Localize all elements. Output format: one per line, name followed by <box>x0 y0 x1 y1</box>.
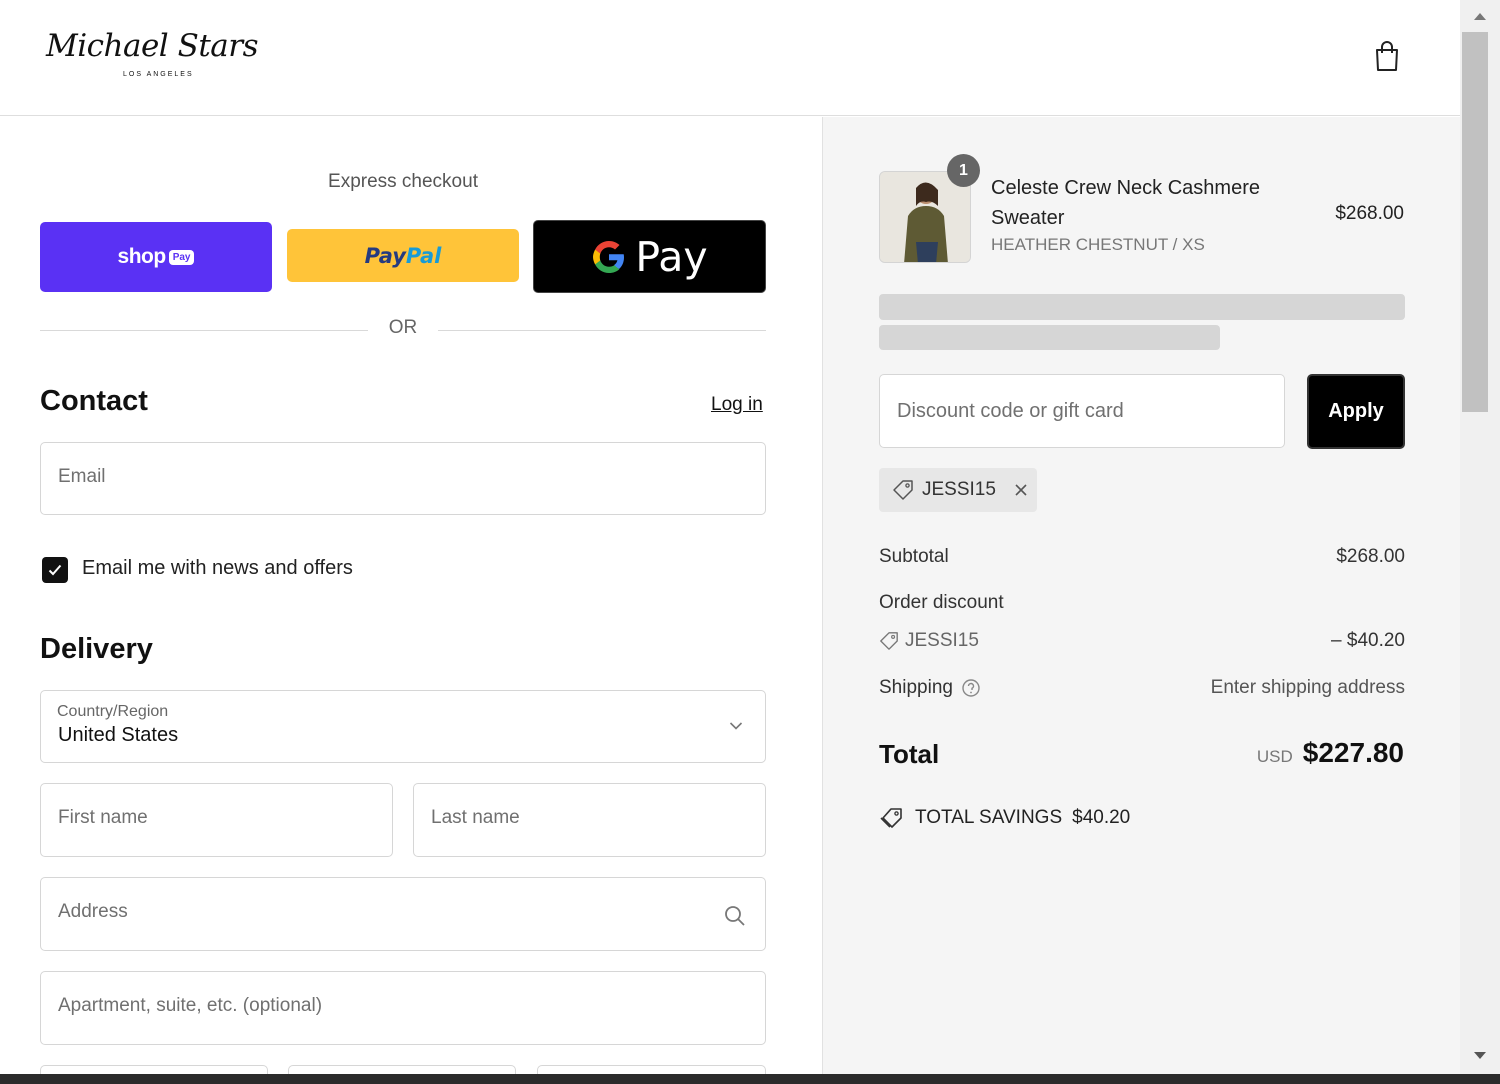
product-variant: HEATHER CHESTNUT / XS <box>991 235 1205 254</box>
scrollbar-thumb[interactable] <box>1462 32 1488 412</box>
address-field[interactable]: Address <box>40 877 766 951</box>
total-savings: TOTAL SAVINGS $40.20 <box>879 807 1130 829</box>
country-select[interactable]: Country/Region United States <box>40 690 766 763</box>
shop-pay-button[interactable]: shop Pay <box>40 222 272 292</box>
savings-label: TOTAL SAVINGS <box>915 807 1063 828</box>
help-circle-icon[interactable] <box>961 678 981 698</box>
tag-icon <box>880 632 898 650</box>
scroll-up-button[interactable] <box>1460 4 1500 28</box>
scroll-up-arrow-icon <box>1474 13 1486 20</box>
remove-discount-button[interactable] <box>1014 483 1028 497</box>
savings-tag-icon <box>880 808 902 828</box>
product-price: $268.00 <box>1335 203 1404 224</box>
total-label: Total <box>879 739 940 769</box>
discount-placeholder: Discount code or gift card <box>897 400 1124 422</box>
checkout-page: Michael Stars LOS ANGELES Express checko… <box>0 0 1500 1084</box>
loading-skeleton-bar <box>879 294 1405 320</box>
shipping-value: Enter shipping address <box>1210 677 1405 698</box>
express-checkout-title: Express checkout <box>328 171 478 192</box>
taskbar-strip <box>0 1074 1500 1084</box>
discount-value: – $40.20 <box>1331 630 1405 651</box>
shop-pay-pill: Pay <box>168 249 195 265</box>
scroll-down-button[interactable] <box>1460 1044 1500 1068</box>
country-value: United States <box>58 724 179 746</box>
last-name-field[interactable]: Last name <box>413 783 766 857</box>
shipping-row: Shipping Enter shipping address <box>879 677 1405 699</box>
apartment-placeholder: Apartment, suite, etc. (optional) <box>58 995 323 1016</box>
newsletter-label: Email me with news and offers <box>82 557 353 579</box>
discount-code-row: JESSI15 – $40.20 <box>879 630 1405 657</box>
search-icon <box>725 906 745 926</box>
subtotal-label: Subtotal <box>879 546 949 567</box>
paypal-logo-part1: Pay <box>364 243 406 268</box>
cart-button[interactable] <box>1368 38 1406 76</box>
logo-subtitle: LOS ANGELES <box>123 71 194 78</box>
contact-heading: Contact <box>40 385 148 417</box>
paypal-button[interactable]: PayPal <box>287 229 519 282</box>
or-label: OR <box>388 317 418 338</box>
apply-discount-button[interactable]: Apply <box>1307 374 1405 449</box>
quantity-badge: 1 <box>947 154 980 187</box>
close-icon <box>1015 484 1027 496</box>
order-summary: 1 Celeste Crew Neck Cashmere Sweater HEA… <box>822 117 1460 1084</box>
loading-skeleton-bar <box>879 325 1220 350</box>
brand-logo[interactable]: Michael Stars LOS ANGELES <box>46 26 286 84</box>
subtotal-value: $268.00 <box>1336 546 1405 567</box>
shipping-label: Shipping <box>879 677 953 698</box>
apartment-field[interactable]: Apartment, suite, etc. (optional) <box>40 971 766 1045</box>
logo-script: Michael Stars <box>46 28 258 64</box>
shopping-bag-icon <box>1376 41 1398 71</box>
or-divider: OR <box>40 315 766 345</box>
checkmark-icon <box>48 564 62 576</box>
first-name-placeholder: First name <box>58 807 148 828</box>
total-amount: $227.80 <box>1302 737 1404 768</box>
order-discount-label: Order discount <box>879 592 1004 613</box>
google-pay-button[interactable]: Pay <box>533 220 766 293</box>
delivery-heading: Delivery <box>40 633 153 665</box>
paypal-logo-part2: Pal <box>405 243 442 268</box>
email-field[interactable]: Email <box>40 442 766 515</box>
paypal-logo: PayPal <box>365 244 442 268</box>
total-currency: USD <box>1256 747 1293 766</box>
discount-code-label: JESSI15 <box>905 630 979 651</box>
subtotal-row: Subtotal $268.00 <box>879 546 1405 568</box>
divider-line-right <box>438 330 766 331</box>
country-label: Country/Region <box>57 703 169 720</box>
total-value-group: USD $227.80 <box>1257 737 1404 769</box>
newsletter-checkbox[interactable] <box>42 557 68 583</box>
applied-discount-chip: JESSI15 <box>879 468 1037 512</box>
email-placeholder: Email <box>58 466 106 487</box>
address-placeholder: Address <box>58 901 128 922</box>
savings-value: $40.20 <box>1072 807 1131 828</box>
google-pay-label: Pay <box>635 232 708 281</box>
google-g-icon <box>593 240 625 273</box>
order-discount-row: Order discount <box>879 592 1405 614</box>
product-name: Celeste Crew Neck Cashmere Sweater <box>991 177 1260 229</box>
header: Michael Stars LOS ANGELES <box>0 0 1460 116</box>
discount-code-input[interactable]: Discount code or gift card <box>879 374 1285 448</box>
scroll-down-arrow-icon <box>1474 1052 1486 1059</box>
applied-code-label: JESSI15 <box>922 479 996 500</box>
shop-pay-label: shop <box>117 245 167 268</box>
checkout-form: Express checkout shop Pay PayPal Pay OR <box>0 117 822 1084</box>
last-name-placeholder: Last name <box>431 807 520 828</box>
login-link[interactable]: Log in <box>711 394 763 416</box>
first-name-field[interactable]: First name <box>40 783 393 857</box>
chevron-down-icon <box>729 722 743 730</box>
tag-icon <box>893 480 913 500</box>
